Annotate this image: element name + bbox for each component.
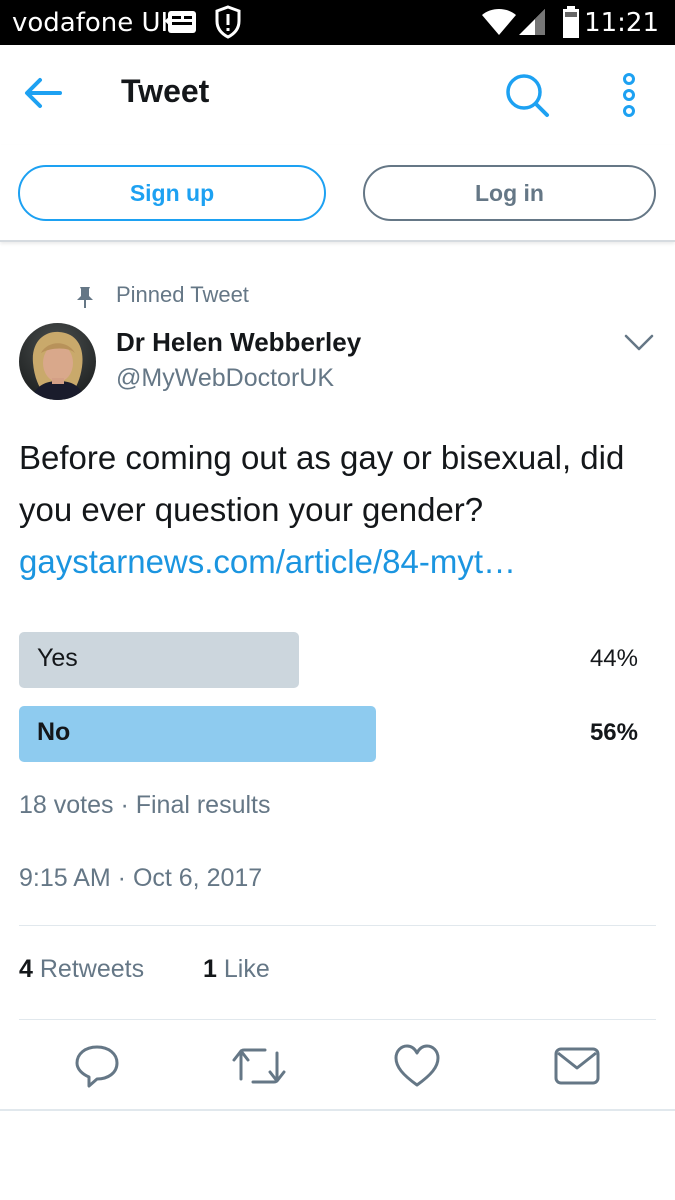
status-bar: vodafone UK 11:21 (0, 0, 675, 45)
search-icon (503, 74, 551, 123)
shield-alert-icon (214, 5, 242, 44)
share-button[interactable] (553, 1043, 601, 1089)
pinned-label: Pinned Tweet (116, 282, 249, 307)
more-options-button[interactable] (612, 71, 646, 119)
reply-icon (73, 1045, 121, 1093)
retweets-label: Retweets (39, 955, 145, 983)
tweet-stats: 4 Retweets 1 Like (19, 955, 322, 984)
tweet-link[interactable]: gaystarnews.com/article/84-myt… (19, 543, 516, 580)
author-name[interactable]: Dr Helen Webberley (116, 327, 361, 358)
app-bar: Tweet (0, 45, 675, 145)
divider (0, 1109, 675, 1111)
reply-button[interactable] (73, 1043, 121, 1089)
retweets-count: 4 (19, 955, 33, 983)
battery-icon (562, 6, 580, 43)
divider (19, 1019, 656, 1020)
share-icon (553, 1047, 601, 1093)
clock: 11:21 (584, 8, 659, 38)
poll-option-percent: 44% (589, 645, 638, 672)
back-arrow-icon (22, 78, 62, 115)
tweet-options-button[interactable] (622, 330, 656, 356)
poll-bar (19, 706, 376, 762)
wifi-icon (481, 8, 517, 41)
poll-results-summary: 18 votes · Final results (19, 791, 271, 819)
likes-label: Like (223, 955, 270, 983)
likes-stat[interactable]: 1 Like (203, 955, 270, 983)
page-title: Tweet (121, 73, 210, 109)
pin-icon (74, 285, 96, 314)
divider (19, 925, 656, 926)
retweet-icon (231, 1048, 287, 1093)
signal-icon (517, 8, 547, 41)
like-button[interactable] (393, 1043, 441, 1089)
author-handle[interactable]: @MyWebDoctorUK (116, 364, 334, 393)
log-in-button[interactable]: Log in (363, 165, 656, 221)
poll-option-label: No (37, 718, 71, 746)
poll-option-no: No 56% (19, 706, 656, 762)
chevron-down-icon (622, 334, 656, 360)
sim-card-icon (167, 9, 197, 40)
retweets-stat[interactable]: 4 Retweets (19, 955, 144, 983)
search-button[interactable] (503, 71, 551, 119)
retweet-button[interactable] (231, 1043, 287, 1089)
likes-count: 1 (203, 955, 217, 983)
poll-option-label: Yes (37, 644, 78, 672)
like-icon (393, 1044, 441, 1093)
tweet-body: Before coming out as gay or bisexual, di… (19, 439, 625, 528)
sign-up-button[interactable]: Sign up (18, 165, 326, 221)
poll-option-yes: Yes 44% (19, 632, 656, 688)
auth-bar: Sign up Log in (0, 145, 675, 242)
tweet-timestamp: 9:15 AM · Oct 6, 2017 (19, 864, 263, 892)
more-vertical-icon (612, 73, 646, 123)
avatar[interactable] (19, 323, 96, 400)
poll-option-percent: 56% (589, 719, 638, 746)
back-button[interactable] (22, 75, 70, 115)
tweet-text: Before coming out as gay or bisexual, di… (19, 432, 659, 588)
carrier-name: vodafone UK (12, 8, 178, 38)
